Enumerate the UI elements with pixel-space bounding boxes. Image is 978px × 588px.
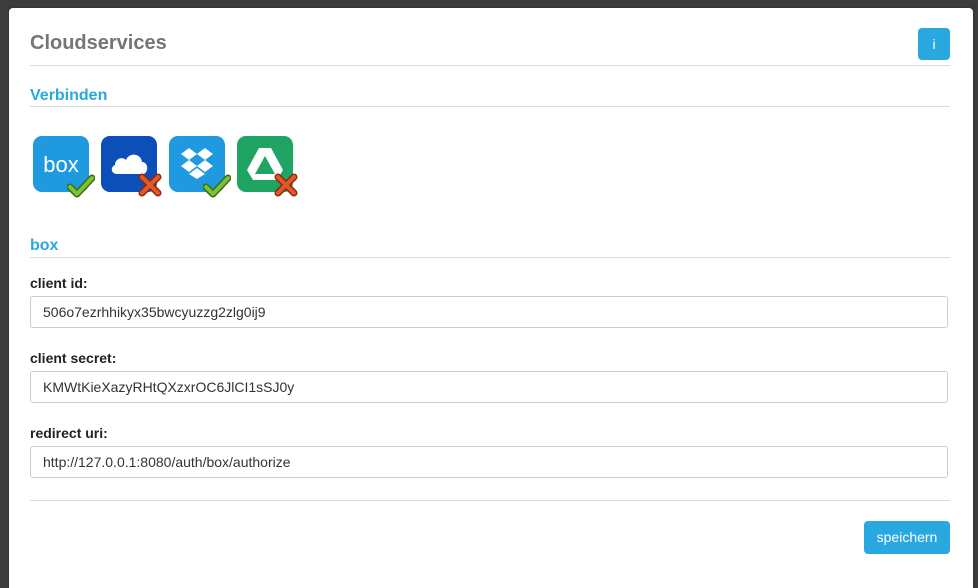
check-icon <box>203 174 231 198</box>
page-title: Cloudservices <box>30 32 167 54</box>
client-secret-label: client secret: <box>30 350 117 366</box>
info-button[interactable]: i <box>918 28 950 60</box>
redirect-uri-label: redirect uri: <box>30 425 108 441</box>
check-icon <box>67 174 95 198</box>
service-dropbox[interactable] <box>169 136 231 198</box>
settings-divider <box>30 257 950 258</box>
redirect-uri-input[interactable] <box>30 446 948 478</box>
header-divider <box>30 65 950 66</box>
connect-divider <box>30 106 950 107</box>
service-box[interactable]: box <box>33 136 95 198</box>
cross-icon <box>274 173 298 197</box>
cross-icon <box>138 173 162 197</box>
service-google-drive[interactable] <box>237 136 298 197</box>
client-id-label: client id: <box>30 275 88 291</box>
cloudservices-panel: Cloudservices i Verbinden box box client… <box>9 8 973 588</box>
service-list: box <box>33 136 298 198</box>
client-id-input[interactable] <box>30 296 948 328</box>
service-onedrive[interactable] <box>101 136 162 197</box>
save-button[interactable]: speichern <box>864 521 950 554</box>
connect-section-title: Verbinden <box>30 87 108 104</box>
settings-section-title: box <box>30 237 59 254</box>
client-secret-input[interactable] <box>30 371 948 403</box>
footer-divider <box>30 500 950 501</box>
